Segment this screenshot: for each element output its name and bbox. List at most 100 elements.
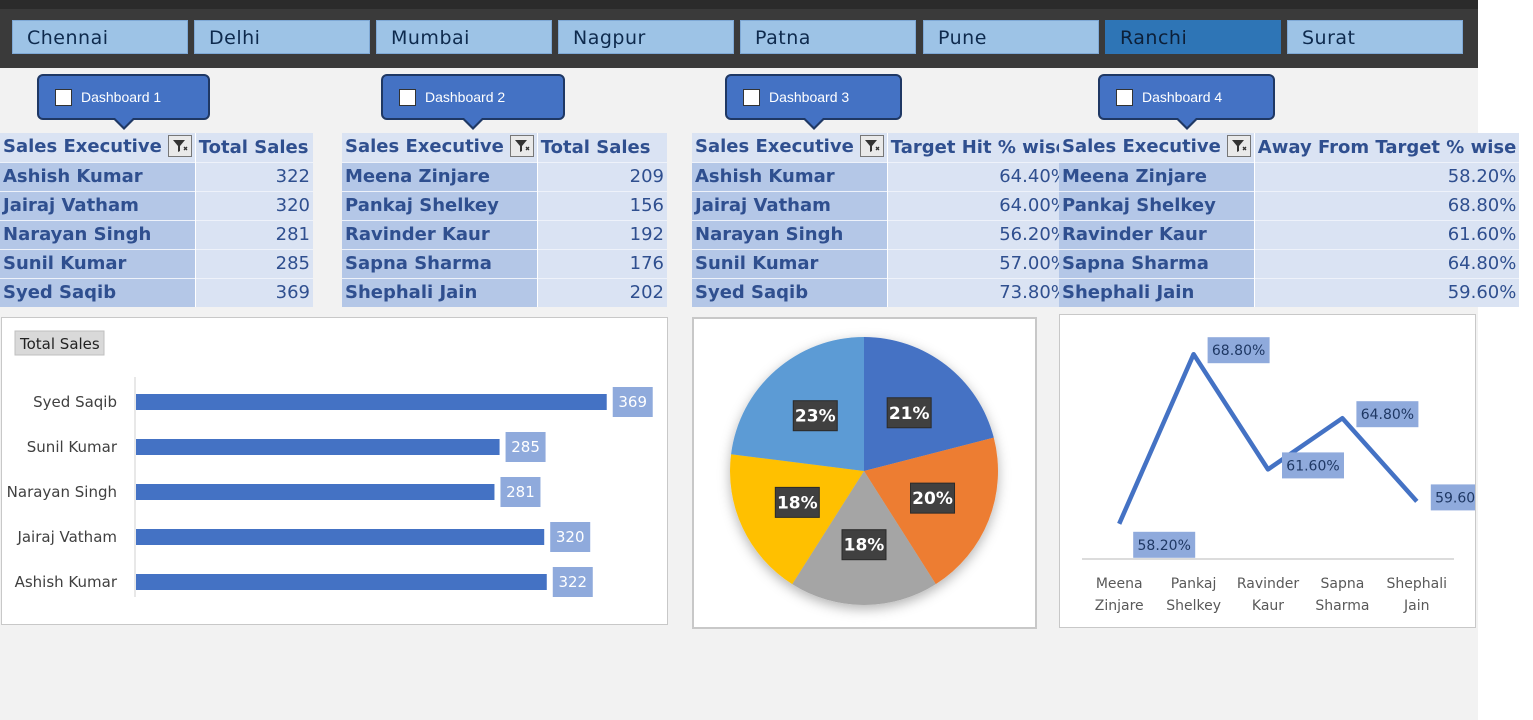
category-label: Narayan Singh bbox=[7, 483, 117, 501]
filter-icon[interactable] bbox=[167, 135, 192, 158]
filter-icon[interactable] bbox=[859, 135, 884, 158]
data-label: 58.20% bbox=[1133, 531, 1196, 558]
category-label: Ravinder Kaur bbox=[1237, 576, 1300, 614]
bar[interactable] bbox=[136, 574, 547, 590]
pivot-table-1: Sales Executive Total Sales Ashish Kumar… bbox=[0, 133, 313, 307]
svg-text:Total Sales: Total Sales bbox=[19, 335, 100, 353]
row-value: 156 bbox=[537, 190, 667, 220]
bar[interactable] bbox=[136, 529, 545, 545]
checkbox[interactable] bbox=[399, 88, 416, 106]
category-label: Jairaj Vatham bbox=[16, 528, 117, 546]
row-label: Pankaj Shelkey bbox=[342, 190, 538, 220]
row-value: 202 bbox=[537, 277, 667, 307]
dashboard-1-button[interactable]: Dashboard 1 bbox=[37, 74, 210, 130]
header-target-hit: Target Hit % wise bbox=[887, 133, 1071, 162]
row-value: 64.80% bbox=[1254, 248, 1520, 278]
svg-text:59.60%: 59.60% bbox=[1435, 490, 1475, 506]
pie-chart-panel[interactable]: 21% 20% 18% 18% 23% bbox=[692, 317, 1037, 629]
slicer-item-mumbai[interactable]: Mumbai bbox=[376, 20, 552, 54]
bar[interactable] bbox=[136, 484, 495, 500]
line-chart-panel[interactable]: 58.20% 68.80% 61.60% 64.80% 59.60% MeenaZinja… bbox=[1059, 314, 1493, 628]
dashboard-2-button[interactable]: Dashboard 2 bbox=[381, 74, 565, 130]
data-label: 68.80% bbox=[1207, 337, 1270, 364]
data-label: 61.60% bbox=[1282, 452, 1344, 479]
row-value: 56.20% bbox=[887, 219, 1071, 249]
svg-text:68.80%: 68.80% bbox=[1212, 343, 1265, 359]
row-label: Ravinder Kaur bbox=[1059, 219, 1255, 249]
bar[interactable] bbox=[136, 394, 607, 410]
pivot-table-4: Sales Executive Away From Target % wise … bbox=[1059, 133, 1520, 307]
category-label: Meena Zinjare bbox=[1095, 576, 1144, 614]
row-label: Shephali Jain bbox=[1059, 277, 1255, 307]
row-value: 281 bbox=[195, 219, 313, 249]
checkbox[interactable] bbox=[743, 88, 760, 106]
row-value: 68.80% bbox=[1254, 190, 1520, 220]
row-value: 285 bbox=[195, 248, 313, 278]
row-label: Syed Saqib bbox=[0, 277, 196, 307]
category-label: Pankaj Shelkey bbox=[1166, 576, 1221, 614]
checkbox[interactable] bbox=[55, 88, 72, 106]
filter-icon[interactable] bbox=[509, 135, 534, 158]
row-label: Narayan Singh bbox=[692, 219, 888, 249]
row-label: Shephali Jain bbox=[342, 277, 538, 307]
row-value: 59.60% bbox=[1254, 277, 1520, 307]
header-sales-executive: Sales Executive bbox=[1059, 133, 1255, 162]
svg-text:369: 369 bbox=[618, 393, 647, 411]
row-value: 209 bbox=[537, 161, 667, 191]
header-sales-executive: Sales Executive bbox=[0, 133, 196, 162]
slicer-item-chennai[interactable]: Chennai bbox=[12, 20, 188, 54]
row-label: Ravinder Kaur bbox=[342, 219, 538, 249]
pivot-table-3: Sales Executive Target Hit % wise Ashish… bbox=[692, 133, 1071, 307]
category-label: Shephali Jain bbox=[1387, 576, 1448, 614]
row-label: Jairaj Vatham bbox=[692, 190, 888, 220]
slice-label: 21% bbox=[886, 397, 932, 429]
row-label: Sunil Kumar bbox=[0, 248, 196, 278]
svg-text:61.60%: 61.60% bbox=[1286, 458, 1339, 474]
checkbox[interactable] bbox=[1116, 88, 1133, 106]
svg-text:18%: 18% bbox=[844, 536, 885, 556]
bar[interactable] bbox=[136, 439, 500, 455]
bar-chart: Total Sales Syed Saqib 369 Sunil Kumar 285 Na… bbox=[7, 330, 653, 597]
dashboard-4-label: Dashboard 4 bbox=[1142, 89, 1223, 105]
row-label: Narayan Singh bbox=[0, 219, 196, 249]
slicer-item-nagpur[interactable]: Nagpur bbox=[558, 20, 734, 54]
data-label: 64.80% bbox=[1356, 401, 1419, 428]
bar-chart-panel[interactable]: Total Sales Syed Saqib 369 Sunil Kumar 285 Na… bbox=[1, 317, 668, 625]
data-label: 59.60% bbox=[1430, 484, 1493, 511]
dashboard-1-label: Dashboard 1 bbox=[81, 89, 162, 105]
slice-label: 20% bbox=[910, 482, 956, 514]
svg-text:21%: 21% bbox=[889, 404, 930, 424]
svg-text:281: 281 bbox=[506, 483, 535, 501]
header-sales-executive: Sales Executive bbox=[692, 133, 888, 162]
svg-text:64.80%: 64.80% bbox=[1361, 407, 1414, 423]
row-label: Sunil Kumar bbox=[692, 248, 888, 278]
dashboard-3-label: Dashboard 3 bbox=[769, 89, 850, 105]
series-line[interactable] bbox=[1117, 351, 1419, 525]
line-chart: 58.20% 68.80% 61.60% 64.80% 59.60% MeenaZinja… bbox=[1082, 337, 1493, 614]
dashboard-4-button[interactable]: Dashboard 4 bbox=[1098, 74, 1275, 130]
category-label: Sunil Kumar bbox=[27, 438, 118, 456]
sheet-edge bbox=[1478, 9, 1533, 720]
filter-icon[interactable] bbox=[1226, 135, 1251, 158]
row-label: Pankaj Shelkey bbox=[1059, 190, 1255, 220]
row-value: 369 bbox=[195, 277, 313, 307]
slicer-item-ranchi[interactable]: Ranchi bbox=[1105, 20, 1281, 54]
row-label: Sapna Sharma bbox=[342, 248, 538, 278]
row-value: 58.20% bbox=[1254, 161, 1520, 191]
chart-title: Total Sales bbox=[14, 330, 105, 356]
svg-text:18%: 18% bbox=[777, 493, 818, 513]
slice-label: 18% bbox=[774, 486, 820, 518]
dashboard-3-button[interactable]: Dashboard 3 bbox=[725, 74, 902, 130]
data-label: 285 bbox=[505, 432, 546, 462]
row-label: Syed Saqib bbox=[692, 277, 888, 307]
slicer-item-pune[interactable]: Pune bbox=[923, 20, 1099, 54]
svg-text:23%: 23% bbox=[795, 407, 836, 427]
slicer-item-delhi[interactable]: Delhi bbox=[194, 20, 370, 54]
slicer-item-surat[interactable]: Surat bbox=[1287, 20, 1463, 54]
row-label: Sapna Sharma bbox=[1059, 248, 1255, 278]
data-label: 322 bbox=[552, 567, 593, 597]
svg-text:20%: 20% bbox=[912, 489, 953, 509]
slicer-item-patna[interactable]: Patna bbox=[740, 20, 916, 54]
row-value: 57.00% bbox=[887, 248, 1071, 278]
row-label: Meena Zinjare bbox=[342, 161, 538, 191]
